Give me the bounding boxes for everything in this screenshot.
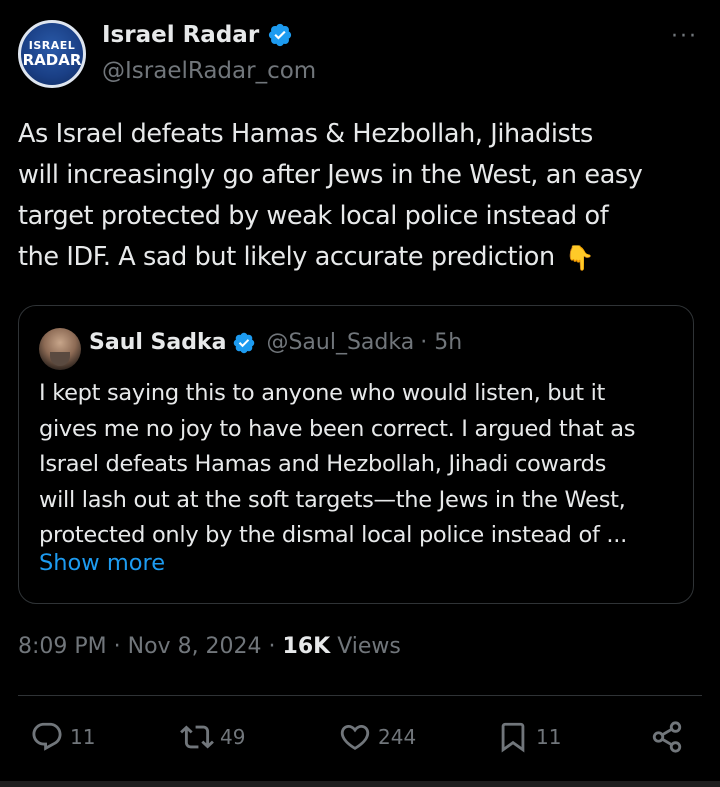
reply-button[interactable]: 11 [30,715,95,759]
meta-separator: · [106,634,128,659]
bottom-bar [0,781,720,787]
quote-line: protected only by the dismal local polic… [39,522,627,548]
divider [18,695,702,696]
quote-author-name: Saul Sadka [89,330,227,355]
share-icon [652,721,682,753]
bookmark-count: 11 [536,725,562,749]
quote-timestamp: · 5h [420,330,463,355]
action-bar: 11 49 244 11 [0,715,720,759]
pointing-down-emoji: 👇 [564,243,595,272]
tweet-line-text: the IDF. A sad but likely accurate predi… [18,242,555,272]
tweet-header: ISRAEL RADAR Israel Radar @IsraelRadar_c… [18,18,702,90]
bookmark-icon [501,722,525,753]
tweet-text: As Israel defeats Hamas & Hezbollah, Jih… [18,114,708,279]
verified-badge-icon [234,332,255,353]
tweet-meta: 8:09 PM · Nov 8, 2024 · 16K Views [18,634,401,659]
tweet-line: target protected by weak local police in… [18,201,609,231]
tweet-date[interactable]: Nov 8, 2024 [128,634,262,659]
repost-count: 49 [220,725,246,749]
quote-line: gives me no joy to have been correct. I … [39,415,636,442]
bookmark-button[interactable]: 11 [496,715,561,759]
reply-count: 11 [70,725,96,749]
quote-header: Saul Sadka @Saul_Sadka · 5h [89,330,462,355]
quote-line: I kept saying this to anyone who would l… [39,380,606,406]
views-label: Views [330,634,401,659]
author-avatar[interactable]: ISRAEL RADAR [18,20,86,88]
quote-line: Israel defeats Hamas and Hezbollah, Jiha… [39,451,607,477]
verified-badge-icon [269,23,292,47]
show-more-link[interactable]: Show more [39,550,165,576]
tweet-time[interactable]: 8:09 PM [18,634,107,659]
repost-icon [180,725,214,749]
author-handle[interactable]: @IsraelRadar_com [102,58,316,84]
tweet-line: will increasingly go after Jews in the W… [18,160,643,190]
meta-separator: · [261,634,283,659]
tweet-line: the IDF. A sad but likely accurate predi… [18,237,708,279]
share-button[interactable] [650,715,684,759]
tweet-line: As Israel defeats Hamas & Hezbollah, Jih… [18,119,593,149]
quote-author-avatar [39,328,81,370]
more-horizontal-icon[interactable]: ··· [671,24,698,49]
like-button[interactable]: 244 [338,715,416,759]
quote-line: will lash out at the soft targets—the Je… [39,486,626,513]
heart-icon [340,724,370,750]
quote-author-handle: @Saul_Sadka [266,330,415,355]
avatar-beard [50,352,70,366]
quote-text: I kept saying this to anyone who would l… [39,376,679,554]
avatar-text-bottom: RADAR [22,50,82,69]
author-name-row: Israel Radar [102,22,293,48]
repost-button[interactable]: 49 [180,715,245,759]
like-count: 244 [378,725,417,749]
views-count: 16K [282,634,331,659]
author-name[interactable]: Israel Radar [102,22,259,48]
avatar-text-top: ISRAEL [28,38,76,52]
quoted-tweet[interactable]: Saul Sadka @Saul_Sadka · 5h I kept sayin… [18,305,694,604]
reply-icon [32,722,62,751]
